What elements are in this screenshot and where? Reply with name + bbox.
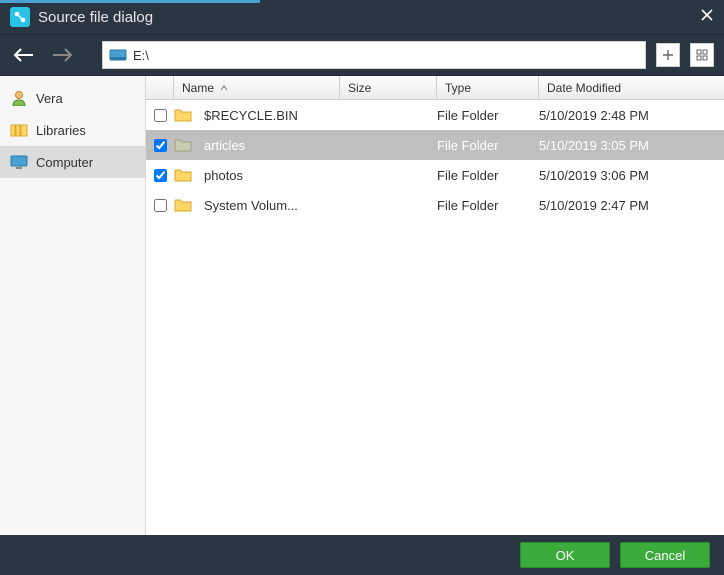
window-title: Source file dialog [38, 9, 684, 26]
file-list: Name Size Type Date Modified $RECYCLE.BI… [146, 76, 724, 535]
column-header-row: Name Size Type Date Modified [146, 76, 724, 100]
cell-date: 5/10/2019 3:05 PM [539, 138, 724, 153]
title-bar: Source file dialog [0, 0, 724, 35]
file-name: $RECYCLE.BIN [204, 108, 298, 123]
row-checkbox[interactable] [154, 109, 167, 122]
ok-button[interactable]: OK [520, 542, 610, 568]
body: Vera Libraries Computer Name Size Type D… [0, 75, 724, 535]
column-header-label: Name [182, 81, 214, 95]
cell-type: File Folder [437, 168, 539, 183]
drive-icon [109, 48, 127, 62]
computer-icon [10, 154, 28, 170]
sidebar-item-libraries[interactable]: Libraries [0, 114, 145, 146]
cell-type: File Folder [437, 198, 539, 213]
row-checkbox-wrap [146, 139, 174, 152]
back-arrow-icon [13, 47, 35, 63]
sidebar-item-label: Computer [36, 155, 93, 170]
sort-asc-icon [220, 84, 228, 92]
file-name: photos [204, 168, 243, 183]
cell-type: File Folder [437, 108, 539, 123]
cell-type: File Folder [437, 138, 539, 153]
file-rows: $RECYCLE.BIN File Folder 5/10/2019 2:48 … [146, 100, 724, 220]
cell-date: 5/10/2019 2:47 PM [539, 198, 724, 213]
row-checkbox[interactable] [154, 199, 167, 212]
folder-icon [174, 168, 192, 182]
file-name: articles [204, 138, 245, 153]
row-checkbox[interactable] [154, 139, 167, 152]
cell-name: System Volum... [174, 196, 340, 214]
libraries-icon [10, 122, 28, 138]
column-header-type[interactable]: Type [437, 76, 539, 99]
cell-name: $RECYCLE.BIN [174, 106, 340, 124]
new-folder-button[interactable] [656, 43, 680, 67]
column-header-date[interactable]: Date Modified [539, 76, 724, 99]
folder-icon [174, 108, 192, 122]
close-icon [700, 8, 714, 22]
app-icon [10, 7, 30, 27]
sidebar-item-vera[interactable]: Vera [0, 82, 145, 114]
sidebar-item-label: Vera [36, 91, 63, 106]
column-header-label: Type [445, 81, 471, 95]
grid-icon [696, 49, 708, 61]
forward-button[interactable] [48, 41, 76, 69]
footer: OK Cancel [0, 535, 724, 575]
cell-date: 5/10/2019 3:06 PM [539, 168, 724, 183]
sidebar-item-label: Libraries [36, 123, 86, 138]
checkbox-column-header[interactable] [146, 76, 174, 99]
back-button[interactable] [10, 41, 38, 69]
column-header-size[interactable]: Size [340, 76, 437, 99]
sidebar-item-computer[interactable]: Computer [0, 146, 145, 178]
cancel-button[interactable]: Cancel [620, 542, 710, 568]
table-row[interactable]: photos File Folder 5/10/2019 3:06 PM [146, 160, 724, 190]
file-name: System Volum... [204, 198, 298, 213]
folder-icon [174, 198, 192, 212]
table-row[interactable]: articles File Folder 5/10/2019 3:05 PM [146, 130, 724, 160]
row-checkbox-wrap [146, 109, 174, 122]
table-row[interactable]: System Volum... File Folder 5/10/2019 2:… [146, 190, 724, 220]
column-header-name[interactable]: Name [174, 76, 340, 99]
accent-bar [0, 0, 260, 3]
nav-bar: E:\ [0, 35, 724, 75]
plus-icon [662, 49, 674, 61]
user-icon [10, 90, 28, 106]
row-checkbox[interactable] [154, 169, 167, 182]
row-checkbox-wrap [146, 169, 174, 182]
cell-name: articles [174, 136, 340, 154]
column-header-label: Date Modified [547, 81, 621, 95]
sidebar: Vera Libraries Computer [0, 76, 146, 535]
cell-name: photos [174, 166, 340, 184]
view-grid-button[interactable] [690, 43, 714, 67]
cell-date: 5/10/2019 2:48 PM [539, 108, 724, 123]
table-row[interactable]: $RECYCLE.BIN File Folder 5/10/2019 2:48 … [146, 100, 724, 130]
path-text: E:\ [133, 48, 149, 63]
path-input[interactable]: E:\ [102, 41, 646, 69]
folder-icon [174, 138, 192, 152]
forward-arrow-icon [51, 47, 73, 63]
row-checkbox-wrap [146, 199, 174, 212]
close-button[interactable] [684, 8, 714, 27]
column-header-label: Size [348, 81, 371, 95]
